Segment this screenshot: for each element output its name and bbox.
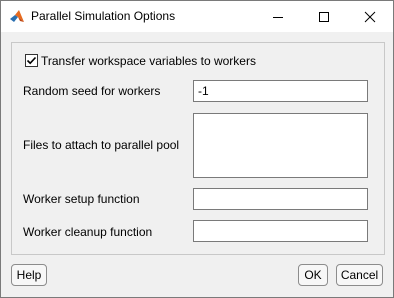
worker-cleanup-label: Worker cleanup function: [23, 225, 153, 239]
minimize-icon: [273, 17, 283, 18]
title-bar[interactable]: Parallel Simulation Options: [1, 1, 393, 32]
options-panel: Transfer workspace variables to workers …: [11, 42, 385, 255]
random-seed-input[interactable]: -1: [193, 80, 368, 102]
worker-cleanup-input[interactable]: [193, 220, 368, 242]
cancel-button[interactable]: Cancel: [336, 264, 383, 286]
files-to-attach-label: Files to attach to parallel pool: [23, 138, 180, 152]
close-icon: [364, 11, 376, 23]
matlab-app-icon: [9, 9, 25, 25]
checkmark-icon: [26, 56, 37, 65]
transfer-variables-label[interactable]: Transfer workspace variables to workers: [41, 54, 256, 68]
random-seed-label: Random seed for workers: [23, 84, 161, 98]
maximize-button[interactable]: [301, 1, 347, 32]
worker-setup-label: Worker setup function: [23, 192, 140, 206]
ok-button[interactable]: OK: [298, 264, 328, 286]
dialog-window: Parallel Simulation Options Transfer wor…: [0, 0, 394, 298]
minimize-button[interactable]: [255, 1, 301, 32]
files-to-attach-textarea[interactable]: [193, 113, 368, 178]
help-button[interactable]: Help: [11, 264, 47, 286]
transfer-variables-checkbox[interactable]: [25, 54, 38, 67]
worker-setup-input[interactable]: [193, 188, 368, 210]
maximize-icon: [319, 12, 329, 22]
close-button[interactable]: [347, 1, 393, 32]
window-title: Parallel Simulation Options: [31, 9, 176, 23]
